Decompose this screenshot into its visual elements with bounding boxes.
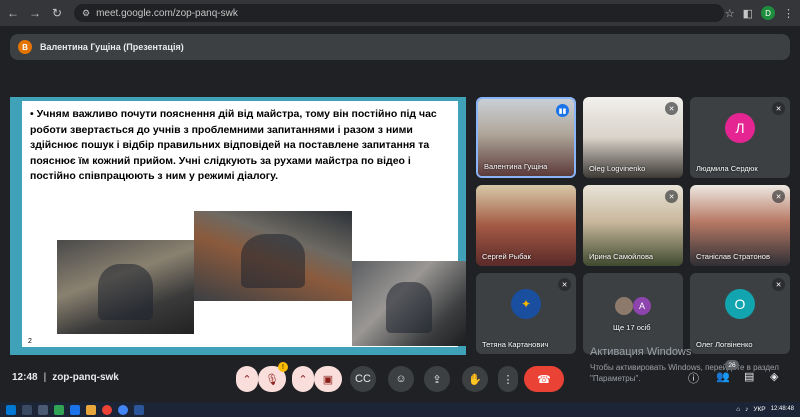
slide-photo-2 [194, 211, 352, 301]
participant-tile[interactable]: ✕ Ирина Самойлова [583, 185, 683, 266]
more-participants-label: Ще 17 осіб [613, 323, 651, 332]
present-button[interactable]: ⇪ [424, 366, 450, 392]
captions-button[interactable]: CC [350, 366, 376, 392]
app-icon[interactable] [70, 404, 80, 415]
camera-options-button[interactable]: ⌃ [292, 366, 314, 392]
slide-page-number: 2 [28, 338, 32, 345]
more-avatar-photo [615, 297, 633, 315]
search-icon[interactable] [22, 404, 32, 415]
meeting-code: zop-panq-swk [52, 372, 119, 383]
slide-photo-1 [57, 240, 194, 334]
participant-name: Сергей Рыбак [482, 252, 531, 261]
system-clock[interactable]: 12:48:48 [771, 406, 794, 413]
activation-watermark-title: Активация Windows [590, 346, 692, 358]
volume-icon[interactable]: ♪ [745, 406, 748, 413]
reload-icon[interactable]: ↻ [48, 4, 66, 22]
participant-avatar: О [725, 288, 755, 319]
windows-taskbar: ⌂ ♪ УКР 12:48:48 [0, 402, 800, 417]
participant-tile[interactable]: Сергей Рыбак [476, 185, 576, 266]
participant-tile[interactable]: Л ✕ Людмила Сердюк [690, 97, 790, 178]
more-participants-tile[interactable]: А Ще 17 осіб [583, 273, 683, 354]
language-indicator[interactable]: УКР [753, 406, 765, 413]
participant-name: Ирина Самойлова [589, 252, 654, 261]
camera-toggle-button[interactable]: ▣ [314, 366, 342, 392]
word-icon[interactable] [134, 404, 144, 415]
forward-icon[interactable]: → [26, 4, 44, 22]
bookmark-star-icon[interactable]: ☆ [725, 7, 735, 20]
mic-warning-badge: ! [278, 362, 288, 372]
system-tray: ⌂ ♪ УКР 12:48:48 [736, 406, 800, 413]
participant-count-badge: 26 [725, 360, 739, 370]
mic-off-icon: ✕ [665, 102, 678, 115]
extensions-icon[interactable]: ◧ [743, 7, 753, 20]
presenter-avatar: В [18, 40, 32, 54]
mic-options-button[interactable]: ⌃ [236, 366, 258, 392]
participant-name: Станіслав Стратонов [696, 252, 770, 261]
info-icon[interactable]: ⓘ [688, 370, 699, 386]
participant-avatar: ✦ [511, 288, 541, 319]
mic-off-icon: ✕ [772, 190, 785, 203]
shared-presentation: • Учням важливо почути пояснення дій від… [10, 97, 466, 355]
profile-avatar[interactable]: D [761, 6, 775, 20]
chrome-active-icon[interactable] [118, 404, 128, 415]
chrome-icon[interactable] [102, 404, 112, 415]
participant-avatar: Л [725, 112, 755, 143]
participant-name: Oleg Logvinenko [589, 164, 646, 173]
file-explorer-icon[interactable] [86, 404, 96, 415]
people-icon[interactable]: 👥 [716, 370, 730, 383]
mic-off-icon: ✕ [665, 190, 678, 203]
clock-time: 12:48:48 [770, 406, 794, 412]
address-bar[interactable]: ⚙ meet.google.com/zop-panq-swk [74, 4, 724, 22]
meeting-info: 12:48 | zop-panq-swk [12, 372, 119, 383]
raise-hand-button[interactable]: ✋ [462, 366, 488, 392]
more-avatar-initial: А [633, 297, 651, 315]
participant-tile[interactable]: ✕ Станіслав Стратонов [690, 185, 790, 266]
presenter-label: Валентина Гущіна (Презентація) [40, 42, 184, 52]
browser-toolbar: ← → ↻ ⚙ meet.google.com/zop-panq-swk ☆ ◧… [0, 0, 800, 26]
chat-icon[interactable]: ▤ [744, 370, 754, 383]
leave-call-button[interactable]: ☎ [524, 366, 564, 392]
mic-off-icon: ✕ [772, 102, 785, 115]
mic-off-icon: ✕ [558, 278, 571, 291]
more-options-button[interactable]: ⋮ [498, 366, 518, 392]
slide-content: • Учням важливо почути пояснення дій від… [22, 101, 466, 347]
participant-name: Олег Логвіненко [696, 340, 753, 349]
participant-tile[interactable]: ✦ ✕ Тетяна Картанович [476, 273, 576, 354]
mic-off-icon: ✕ [772, 278, 785, 291]
slide-photo-3 [352, 261, 466, 346]
speaking-icon: ▮▮ [556, 104, 569, 117]
participant-name: Тетяна Картанович [482, 340, 549, 349]
windows-start-icon[interactable] [6, 404, 16, 415]
task-view-icon[interactable] [38, 404, 48, 415]
slide-text: • Учням важливо почути пояснення дій від… [30, 108, 437, 182]
emoji-button[interactable]: ☺ [388, 366, 414, 392]
browser-menu-icon[interactable]: ⋮ [783, 7, 794, 20]
network-icon[interactable]: ⌂ [736, 406, 740, 413]
participant-name: Валентина Гущіна [484, 162, 548, 171]
participant-tile[interactable]: ✕ Oleg Logvinenko [583, 97, 683, 178]
meeting-time: 12:48 [12, 372, 38, 383]
participant-name: Людмила Сердюк [696, 164, 758, 173]
participant-tile[interactable]: О ✕ Олег Логвіненко [690, 273, 790, 354]
url-text: meet.google.com/zop-panq-swk [96, 7, 238, 19]
activities-icon[interactable]: ◈ [770, 370, 778, 383]
excel-icon[interactable] [54, 404, 64, 415]
site-info-icon[interactable]: ⚙ [82, 8, 90, 19]
presenter-bar: В Валентина Гущіна (Презентація) [10, 34, 790, 60]
back-icon[interactable]: ← [4, 4, 22, 22]
participant-tile[interactable]: ▮▮ Валентина Гущіна [476, 97, 576, 178]
